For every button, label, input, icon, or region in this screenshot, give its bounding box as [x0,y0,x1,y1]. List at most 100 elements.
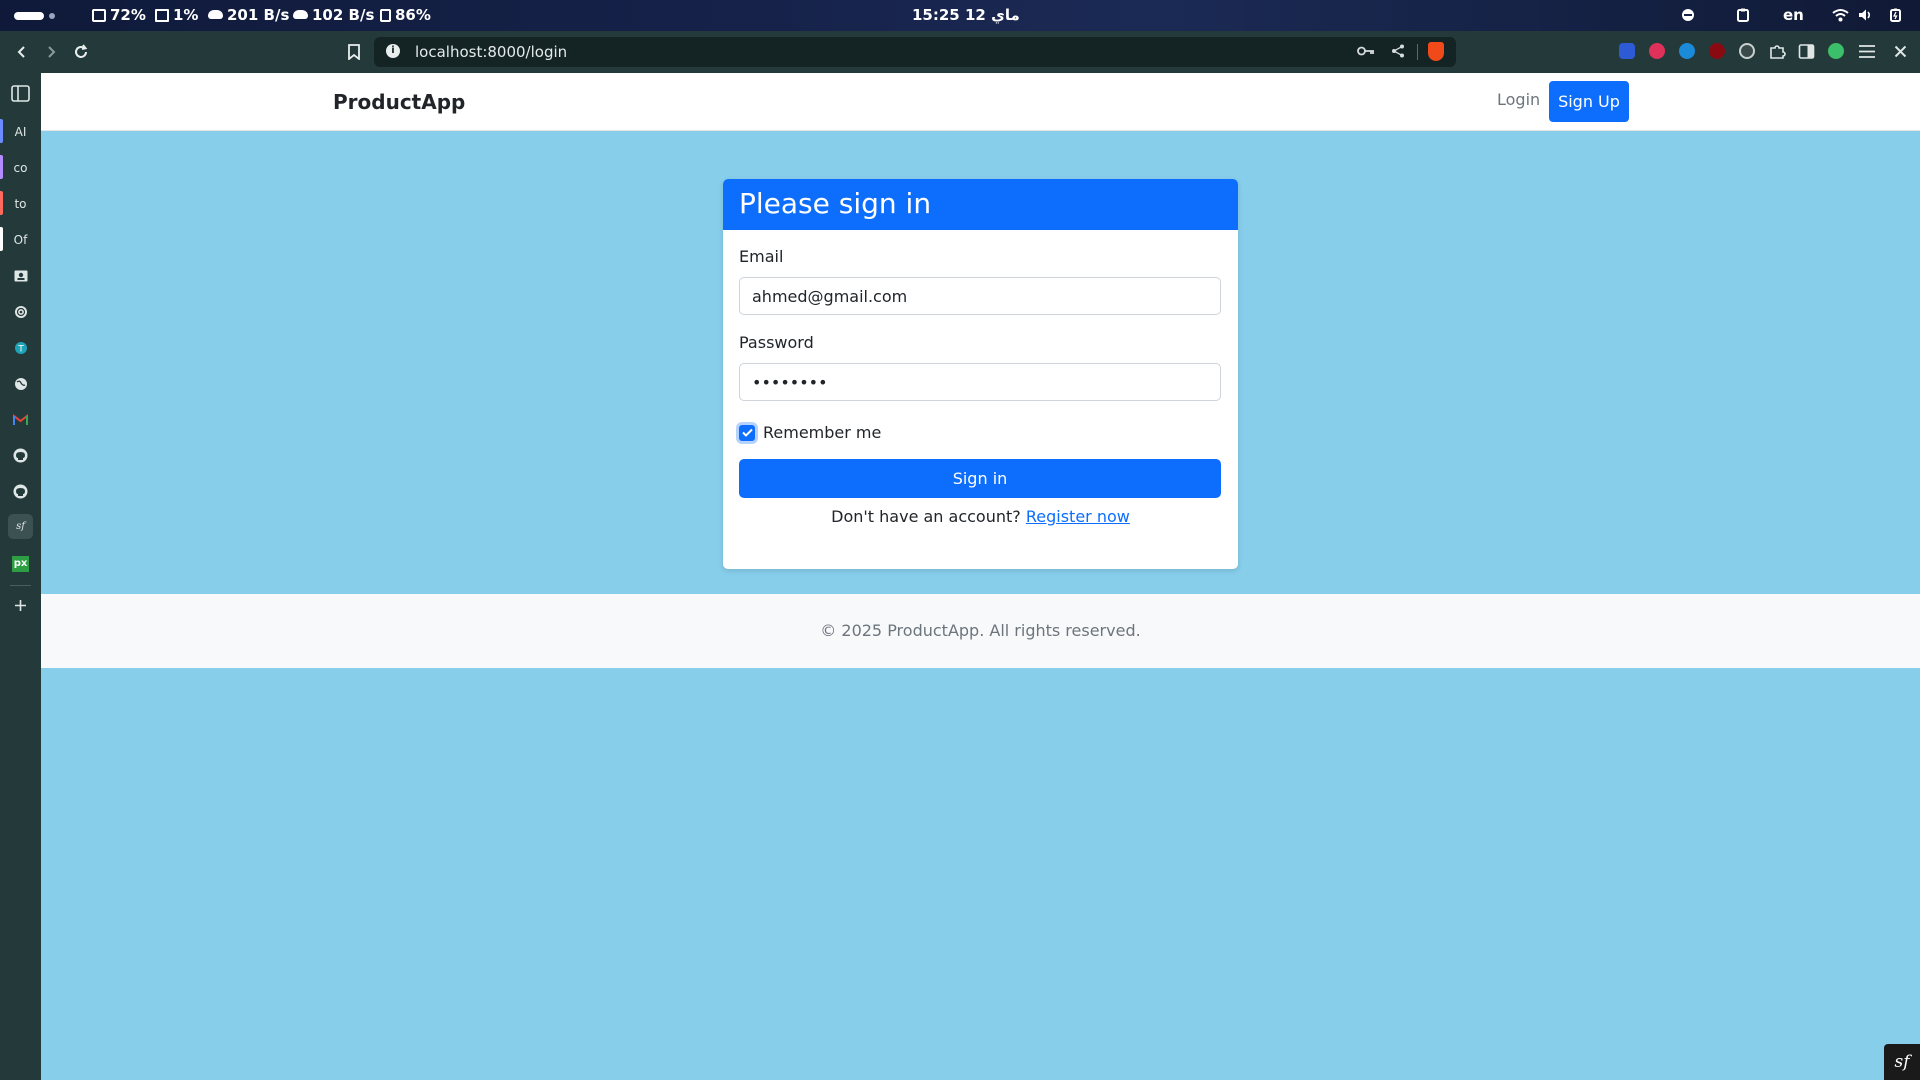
extension-bitwarden-icon[interactable] [1619,43,1635,59]
symfony-debug-toolbar-toggle[interactable]: sf [1884,1044,1920,1080]
share-icon[interactable] [1391,44,1405,58]
sidebar-item-marker [0,227,3,251]
browser-toolbar: i localhost:8000/login [0,31,1920,73]
sidebar-item-ai[interactable]: AI [8,119,33,144]
back-button[interactable] [11,41,33,63]
login-card: Please sign in Email Password Remember m… [723,179,1238,569]
spiral-icon [14,305,27,318]
sidebar-panel-icon[interactable] [11,85,30,102]
sidebar-item-symfony[interactable]: sf [8,514,33,539]
svg-text:T: T [17,344,24,354]
battery-icon[interactable] [1889,8,1903,22]
disk-icon [155,8,169,22]
browser-sidebar: AI co to Of T sf px [0,73,41,1080]
wifi-icon[interactable] [1832,8,1849,22]
sidebar-item-github[interactable] [8,443,33,468]
clock[interactable]: 15:25 12 ماي [912,6,1020,24]
download-value: 201 B/s [227,6,290,24]
upload-value: 102 B/s [312,6,375,24]
chevron-left-icon [17,46,25,58]
extension-settings-icon[interactable] [1739,43,1755,59]
sidebar-item-px[interactable]: px [8,551,33,576]
clipboard-icon[interactable] [1736,8,1750,22]
password-field[interactable] [739,363,1221,401]
keyboard-layout-text: en [1783,6,1804,24]
brave-shields-icon[interactable] [1428,42,1444,61]
workspace-indicator[interactable] [49,13,55,19]
sidebar-item-translate[interactable]: T [8,335,33,360]
keyboard-layout[interactable]: en [1783,6,1804,24]
cpu-value: 72% [110,6,146,24]
chevron-right-icon [48,46,56,58]
cloud-download-icon [208,9,223,19]
gmail-icon [13,413,28,425]
px-icon: px [12,555,29,572]
site-info-icon[interactable]: i [386,44,400,58]
extension-mic-icon[interactable] [1649,43,1665,59]
system-status-bar: 72% 1% 201 B/s 102 B/s 86% 15:25 12 ماي … [0,0,1920,31]
nav-signup-button[interactable]: Sign Up [1549,81,1629,122]
puzzle-icon[interactable] [1769,43,1786,60]
sidebar-divider [10,585,31,586]
email-label: Email [739,247,784,266]
sign-in-button[interactable]: Sign in [739,459,1221,498]
sidebar-toggle-icon[interactable] [1798,43,1815,60]
menu-icon[interactable] [1858,44,1876,59]
sidebar-item-web[interactable] [8,371,33,396]
symfony-icon: sf [16,521,25,532]
sidebar-item-marker [0,155,3,179]
cpu-widget: 72% [92,6,146,24]
register-prompt: Don't have an account? [831,507,1021,526]
sidebar-item-app[interactable] [8,299,33,324]
page-viewport: ProductApp Login Sign Up Please sign in … [41,73,1920,1080]
sidebar-item-marker [0,119,3,143]
key-icon[interactable] [1357,44,1375,58]
cpu-icon [92,8,106,22]
profile-avatar-icon[interactable] [1828,43,1844,59]
close-icon[interactable] [1894,45,1907,58]
clock-text: 15:25 12 ماي [912,6,1020,24]
sidebar-item-label: co [13,160,28,175]
sidebar-item-marker [0,191,3,215]
register-prompt-line: Don't have an account? Register now [723,507,1238,526]
sidebar-item-co[interactable]: co [8,155,33,180]
url-text[interactable]: localhost:8000/login [415,43,567,61]
remember-me-label: Remember me [763,423,882,442]
disk-widget: 1% [155,6,198,24]
upload-widget: 102 B/s [293,6,374,24]
bookmark-button[interactable] [343,41,365,63]
brand-link[interactable]: ProductApp [333,90,465,114]
remember-me-checkbox[interactable] [739,424,755,441]
sidebar-item-of[interactable]: Of [8,227,33,252]
contact-card-icon [14,270,27,281]
cloud-upload-icon [293,9,308,19]
address-bar-divider [1417,44,1418,60]
footer-copyright: © 2025 ProductApp. All rights reserved. [820,621,1141,640]
extension-ublock-icon[interactable] [1709,43,1725,59]
nav-login-link[interactable]: Login [1497,90,1540,109]
sidebar-item-contacts[interactable] [8,263,33,288]
email-field[interactable] [739,277,1221,315]
sidebar-item-gmail[interactable] [8,407,33,432]
vpn-icon[interactable] [1681,8,1695,22]
remember-me[interactable]: Remember me [739,423,881,442]
workspace-indicator-active[interactable] [14,12,44,20]
extension-shazam-icon[interactable] [1679,43,1695,59]
memory-widget: 86% [380,6,431,24]
register-link[interactable]: Register now [1026,507,1130,526]
translate-icon: T [14,341,27,354]
footer: © 2025 ProductApp. All rights reserved. [41,594,1920,668]
sidebar-item-to[interactable]: to [8,191,33,216]
volume-icon[interactable] [1858,8,1872,22]
reload-button[interactable] [70,41,92,63]
sidebar-add-button[interactable] [8,593,33,618]
sidebar-item-label: to [14,196,27,211]
plus-icon [15,600,26,611]
checkmark-icon [741,428,753,437]
forward-button[interactable] [40,41,62,63]
login-form: Email Password Remember me Sign in Don't… [723,230,1238,569]
sidebar-item-github-2[interactable] [8,479,33,504]
password-label: Password [739,333,814,352]
address-bar[interactable]: i localhost:8000/login [374,37,1456,67]
navbar: ProductApp Login Sign Up [41,73,1920,131]
